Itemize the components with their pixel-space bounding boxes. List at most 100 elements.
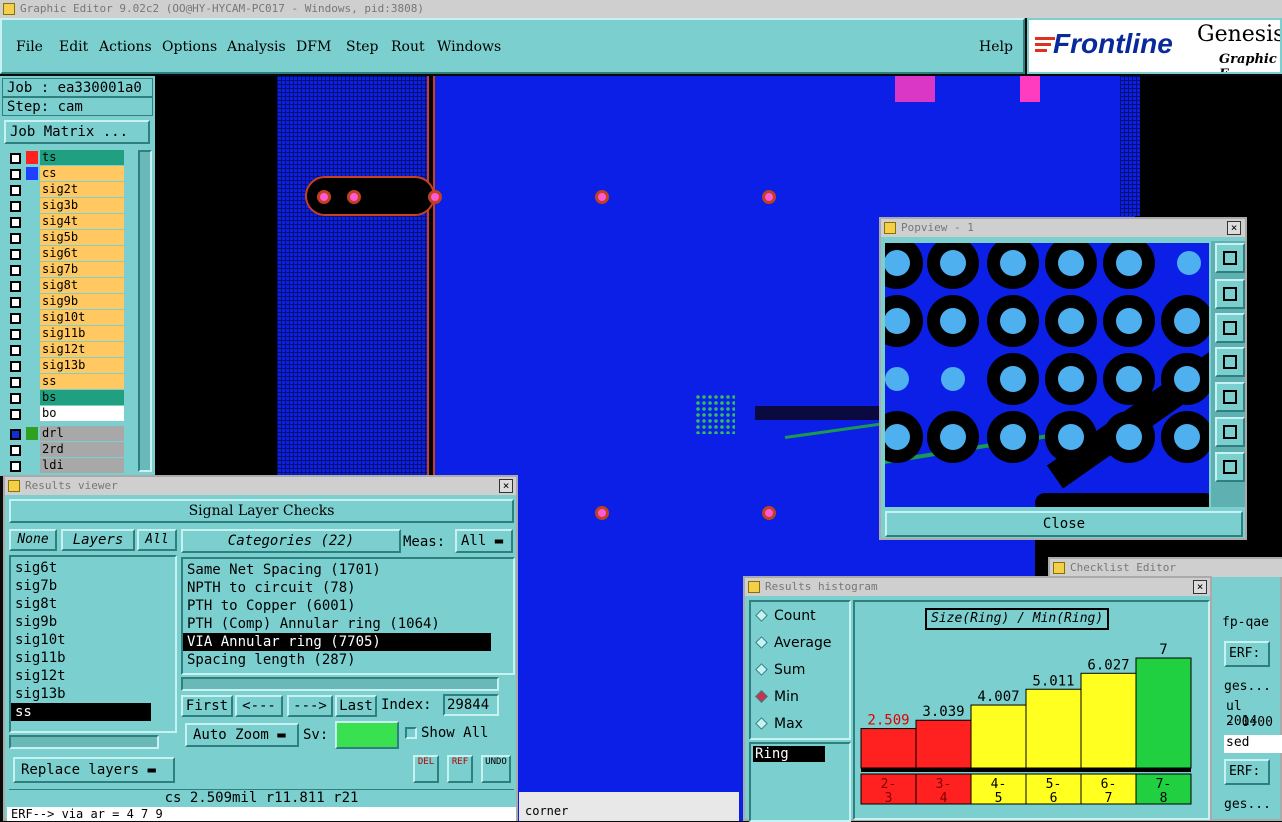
zoom-out-button[interactable] [1215,452,1245,482]
histogram-option-count[interactable]: Count [755,608,816,624]
results-viewer-close-icon[interactable]: × [499,479,513,493]
layers-all-button[interactable]: All [137,529,177,551]
menu-rout[interactable]: Rout [391,39,425,55]
menu-step[interactable]: Step [346,39,378,55]
result-layer-item[interactable]: sig8t [11,595,175,613]
undo-button[interactable]: UNDO [481,755,511,783]
layer-row-sig11b[interactable]: sig11b [6,326,124,342]
layer-scrollbar[interactable] [138,150,152,472]
histogram-option-average[interactable]: Average [755,635,832,651]
drill-row-drl[interactable]: drl [6,426,124,442]
checklist-erf-button[interactable]: ERF: [1224,641,1270,667]
result-layer-item[interactable]: sig13b [11,685,175,703]
histogram-option-sum[interactable]: Sum [755,662,805,678]
layer-row-sig13b[interactable]: sig13b [6,358,124,374]
next-button[interactable]: ---> [287,695,333,717]
categories-tab[interactable]: Categories (22) [181,529,401,553]
layer-checkbox[interactable] [10,201,21,212]
show-all-checkbox[interactable] [405,727,417,739]
layer-row-ts[interactable]: ts [6,150,124,166]
popview-close-icon[interactable]: × [1227,221,1241,235]
histogram-option-min[interactable]: Min [755,689,799,705]
layers-none-button[interactable]: None [9,529,57,551]
result-layer-item[interactable]: ss [11,703,151,721]
replace-layers-dropdown[interactable]: Replace layers ▬ [13,757,175,783]
pan-right-button[interactable] [1215,382,1245,412]
layer-row-cs[interactable]: cs [6,166,124,182]
layer-row-sig10t[interactable]: sig10t [6,310,124,326]
menu-help[interactable]: Help [979,39,1013,55]
category-item[interactable]: Same Net Spacing (1701) [183,561,513,579]
menu-options[interactable]: Options [162,39,217,55]
result-layer-item[interactable]: sig7b [11,577,175,595]
del-button[interactable]: DEL [413,755,439,783]
menu-windows[interactable]: Windows [437,39,501,55]
menu-edit[interactable]: Edit [59,39,88,55]
category-item[interactable]: PTH (Comp) Annular ring (1064) [183,615,513,633]
meas-dropdown[interactable]: All ▬ [455,529,513,553]
zoom-in-button[interactable] [1215,417,1245,447]
layer-checkbox[interactable] [10,409,21,420]
layer-checkbox[interactable] [10,429,21,440]
popview-canvas[interactable] [885,243,1209,507]
category-item[interactable]: PTH to Copper (6001) [183,597,513,615]
category-item[interactable]: VIA Annular ring (7705) [183,633,491,651]
index-input[interactable]: 29844 [443,694,499,716]
first-button[interactable]: First [181,695,233,717]
layer-row-ss[interactable]: ss [6,374,124,390]
layer-checkbox[interactable] [10,217,21,228]
layers-tab[interactable]: Layers [61,529,135,551]
layer-checkbox[interactable] [10,377,21,388]
prev-button[interactable]: <--- [235,695,283,717]
layer-row-sig12t[interactable]: sig12t [6,342,124,358]
checklist-erf-button-2[interactable]: ERF: [1224,759,1270,785]
layer-checkbox[interactable] [10,297,21,308]
layer-checkbox[interactable] [10,153,21,164]
sv-color-dropdown[interactable] [335,721,399,749]
layer-checkbox[interactable] [10,345,21,356]
layer-checkbox[interactable] [10,393,21,404]
layer-row-sig7b[interactable]: sig7b [6,262,124,278]
layer-checkbox[interactable] [10,281,21,292]
categories-list[interactable]: Same Net Spacing (1701) NPTH to circuit (… [181,557,515,675]
result-layer-item[interactable]: sig11b [11,649,175,667]
layer-row-sig5b[interactable]: sig5b [6,230,124,246]
pan-left-button[interactable] [1215,347,1245,377]
layer-checkbox[interactable] [10,445,21,456]
ref-button[interactable]: REF [447,755,473,783]
layer-checkbox[interactable] [10,169,21,180]
pan-down-button[interactable] [1215,313,1245,343]
menu-dfm[interactable]: DFM [296,39,331,55]
result-layer-item[interactable]: sig10t [11,631,175,649]
layer-row-sig3b[interactable]: sig3b [6,198,124,214]
zoom-fit-button[interactable] [1215,243,1245,273]
layer-checkbox[interactable] [10,249,21,260]
layer-results-hscroll[interactable] [9,735,159,749]
result-layer-item[interactable]: sig6t [11,559,175,577]
layer-checkbox[interactable] [10,265,21,276]
categories-hscroll[interactable] [181,677,499,691]
auto-zoom-dropdown[interactable]: Auto Zoom ▬ [185,723,299,747]
layer-checkbox[interactable] [10,361,21,372]
layer-row-sig9b[interactable]: sig9b [6,294,124,310]
job-matrix-button[interactable]: Job Matrix ... [4,120,150,144]
result-layer-item[interactable]: sig9b [11,613,175,631]
layer-row-bs[interactable]: bs [6,390,124,406]
layer-checkbox[interactable] [10,329,21,340]
layer-row-sig2t[interactable]: sig2t [6,182,124,198]
histogram-list-item[interactable]: Ring [753,746,825,762]
result-layer-item[interactable]: sig12t [11,667,175,685]
drill-row-ldi[interactable]: ldi [6,458,124,474]
menu-analysis[interactable]: Analysis [227,39,286,55]
layer-row-bo[interactable]: bo [6,406,124,422]
layer-row-sig8t[interactable]: sig8t [6,278,124,294]
category-item[interactable]: NPTH to circuit (78) [183,579,513,597]
menu-file[interactable]: File [16,39,43,55]
layer-checkbox[interactable] [10,185,21,196]
layer-checkbox[interactable] [10,313,21,324]
layer-checkbox[interactable] [10,233,21,244]
pan-up-button[interactable] [1215,279,1245,309]
drill-row-2rd[interactable]: 2rd [6,442,124,458]
histogram-list[interactable]: Ring [749,742,851,822]
layer-results-list[interactable]: sig6t sig7b sig8t sig9b sig10t sig11b sig12t si… [9,555,177,733]
